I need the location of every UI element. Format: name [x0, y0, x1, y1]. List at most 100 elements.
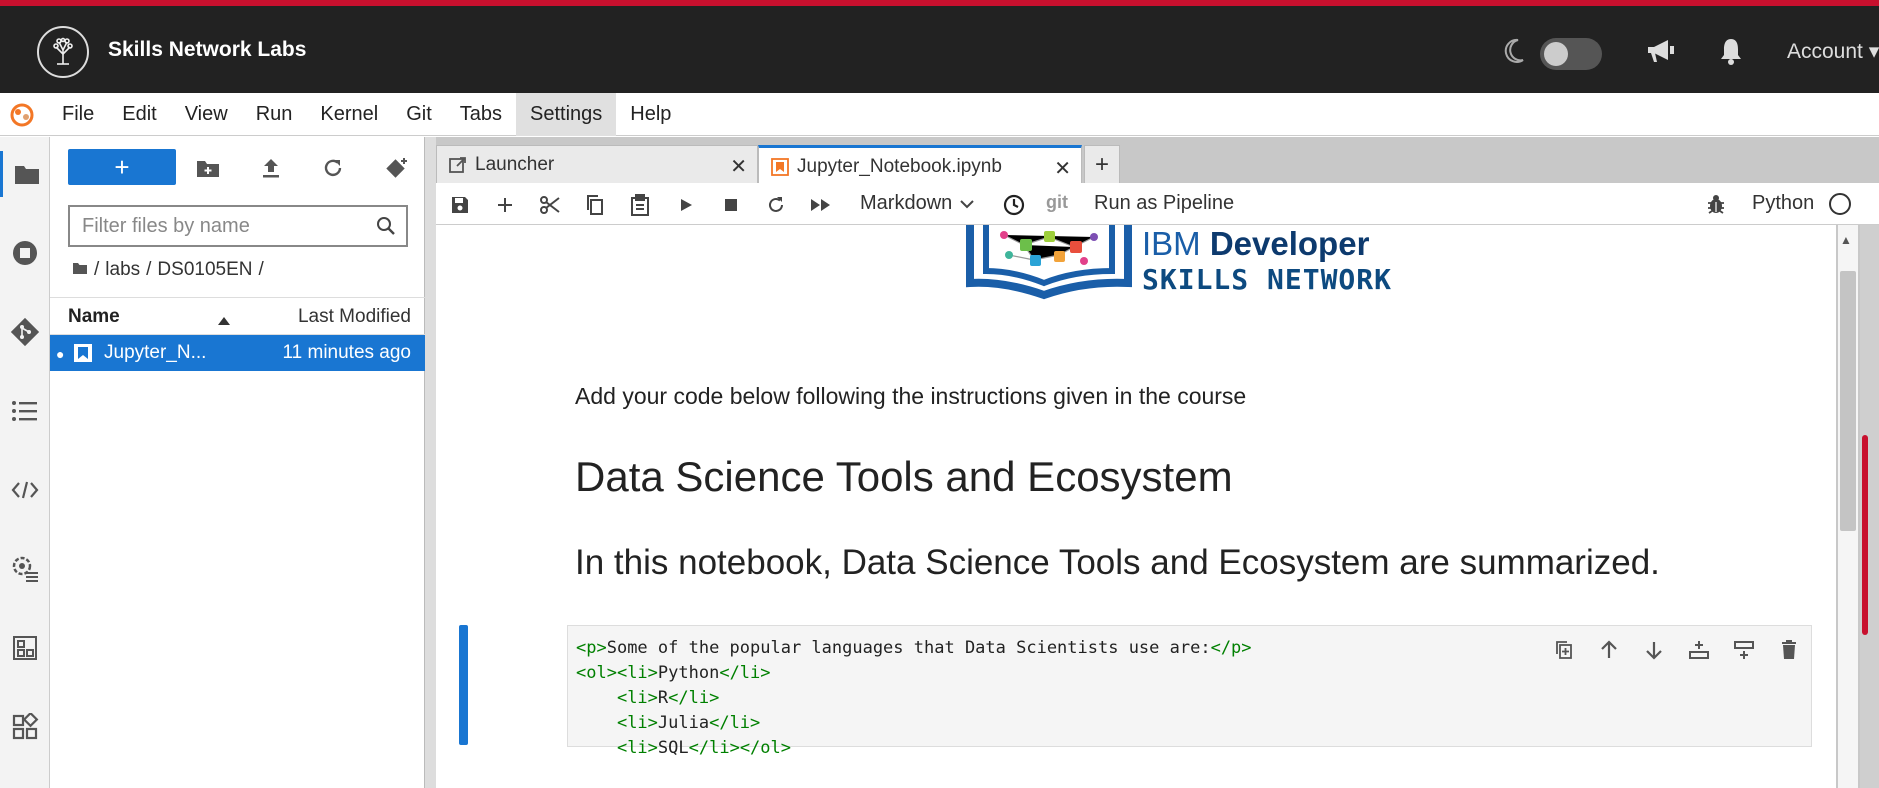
- scrollbar-thumb[interactable]: [1840, 271, 1856, 531]
- duplicate-cell-icon[interactable]: [1541, 636, 1586, 664]
- menu-git[interactable]: Git: [392, 93, 446, 136]
- panel-splitter[interactable]: [425, 137, 436, 788]
- skills-network-logo-icon[interactable]: [37, 26, 89, 78]
- filter-files-input[interactable]: [82, 213, 362, 239]
- notebook-heading-1: Data Science Tools and Ecosystem: [575, 453, 1233, 500]
- git-clone-icon[interactable]: [380, 151, 414, 185]
- document-tab-bar: Launcher ✕ Jupyter_Notebook.ipynb ✕ +: [436, 145, 1879, 183]
- launcher-icon: [449, 156, 467, 180]
- insert-cell-icon[interactable]: [491, 191, 519, 219]
- extensions-icon[interactable]: [0, 704, 50, 750]
- menu-edit[interactable]: Edit: [108, 93, 170, 136]
- file-browser-activity-icon[interactable]: [0, 151, 50, 197]
- menu-file[interactable]: File: [48, 93, 108, 136]
- bell-icon[interactable]: [1719, 37, 1743, 70]
- new-folder-icon[interactable]: [191, 151, 225, 185]
- git-icon[interactable]: [0, 309, 50, 355]
- home-folder-icon[interactable]: [72, 259, 88, 281]
- logo-line-2: SKILLS NETWORK: [1142, 263, 1393, 296]
- running-sessions-icon[interactable]: [0, 230, 50, 276]
- file-list-header: Name Last Modified: [50, 297, 425, 335]
- clock-icon[interactable]: [1000, 191, 1028, 219]
- code-snippets-icon[interactable]: [0, 467, 50, 513]
- chevron-down-icon: [960, 192, 974, 215]
- running-dot-icon: ●: [56, 346, 65, 362]
- kernel-name[interactable]: Python: [1752, 192, 1814, 215]
- main-area: Launcher ✕ Jupyter_Notebook.ipynb ✕ + Ma…: [436, 137, 1879, 788]
- account-menu[interactable]: Account ▾: [1787, 39, 1879, 64]
- restart-run-all-icon[interactable]: [807, 191, 835, 219]
- tab-launcher[interactable]: Launcher ✕: [436, 145, 758, 183]
- cell-type-value: Markdown: [860, 192, 953, 214]
- close-icon[interactable]: ✕: [1054, 156, 1071, 181]
- property-inspector-icon[interactable]: [0, 546, 50, 592]
- menu-tabs[interactable]: Tabs: [446, 93, 516, 136]
- refresh-icon[interactable]: [316, 151, 350, 185]
- insert-cell-below-icon[interactable]: [1721, 636, 1766, 664]
- menu-kernel[interactable]: Kernel: [306, 93, 392, 136]
- move-cell-down-icon[interactable]: [1631, 636, 1676, 664]
- breadcrumb-separator: /: [146, 259, 152, 280]
- logo-developer-text: Developer: [1209, 225, 1370, 262]
- menu-view[interactable]: View: [171, 93, 242, 136]
- breadcrumb-separator: /: [258, 259, 264, 280]
- search-icon: [376, 216, 396, 241]
- save-icon[interactable]: [446, 191, 474, 219]
- kernel-idle-status-icon: [1829, 193, 1851, 215]
- moon-icon: [1503, 38, 1525, 69]
- menu-bar: File Edit View Run Kernel Git Tabs Setti…: [0, 93, 1879, 136]
- markdown-paragraph: Add your code below following the instru…: [575, 383, 1247, 409]
- move-cell-up-icon[interactable]: [1586, 636, 1631, 664]
- scroll-up-arrow-icon[interactable]: ▲: [1840, 233, 1852, 247]
- app-header: Skills Network Labs Account ▾: [0, 6, 1879, 93]
- insert-cell-above-icon[interactable]: [1676, 636, 1721, 664]
- active-markdown-cell-editor[interactable]: <p>Some of the popular languages that Da…: [567, 625, 1812, 758]
- dark-mode-toggle[interactable]: [1540, 38, 1602, 70]
- cell-source-line: <li>R</li>: [616, 688, 720, 708]
- notebook-toolbar: Markdown git Run as Pipeline Python: [436, 183, 1879, 225]
- jupyter-logo-icon: [8, 102, 36, 128]
- cell-source[interactable]: <p>Some of the popular languages that Da…: [576, 636, 1252, 761]
- paste-icon[interactable]: [626, 191, 654, 219]
- active-cell-marker[interactable]: [459, 625, 468, 745]
- menu-run[interactable]: Run: [242, 93, 307, 136]
- filter-files-field[interactable]: [68, 205, 408, 247]
- close-icon[interactable]: ✕: [730, 154, 747, 179]
- stop-icon[interactable]: [717, 191, 745, 219]
- logo-line-1: IBM Developer: [1142, 225, 1369, 263]
- column-last-modified-header[interactable]: Last Modified: [298, 306, 411, 328]
- run-icon[interactable]: [672, 191, 700, 219]
- menu-help[interactable]: Help: [616, 93, 685, 136]
- copy-icon[interactable]: [581, 191, 609, 219]
- run-as-pipeline-button[interactable]: Run as Pipeline: [1094, 192, 1234, 215]
- right-panel-handle[interactable]: [1862, 435, 1868, 635]
- table-of-contents-icon[interactable]: [0, 388, 50, 434]
- restart-icon[interactable]: [762, 191, 790, 219]
- file-name: Jupyter_N...: [104, 342, 207, 363]
- tab-notebook[interactable]: Jupyter_Notebook.ipynb ✕: [758, 145, 1082, 183]
- tab-label: Launcher: [475, 154, 555, 175]
- ibm-skills-network-logo: [964, 225, 1134, 306]
- cell-type-select[interactable]: Markdown: [860, 192, 974, 215]
- account-label: Account: [1787, 40, 1863, 63]
- breadcrumb: / labs / DS0105EN /: [72, 259, 264, 281]
- upload-icon[interactable]: [254, 151, 288, 185]
- delete-cell-icon[interactable]: [1766, 636, 1811, 664]
- logo-ibm-text: IBM: [1142, 225, 1210, 262]
- breadcrumb-ds0105en[interactable]: DS0105EN: [157, 259, 252, 281]
- breadcrumb-labs[interactable]: labs: [105, 259, 140, 281]
- file-row[interactable]: ● Jupyter_N... 11 minutes ago: [50, 335, 425, 371]
- sort-ascending-icon[interactable]: [218, 312, 230, 330]
- megaphone-icon[interactable]: [1646, 38, 1676, 69]
- breadcrumb-separator: /: [94, 259, 100, 280]
- git-diff-label[interactable]: git: [1046, 192, 1068, 213]
- new-launcher-button[interactable]: +: [68, 149, 176, 185]
- pipeline-components-icon[interactable]: [0, 625, 50, 671]
- notebook-content[interactable]: IBM Developer SKILLS NETWORK Add your co…: [436, 225, 1836, 788]
- cut-icon[interactable]: [536, 191, 564, 219]
- bug-icon[interactable]: [1706, 193, 1726, 220]
- menu-settings[interactable]: Settings: [516, 93, 617, 136]
- column-name-header[interactable]: Name: [68, 306, 120, 328]
- new-tab-button[interactable]: +: [1084, 145, 1120, 183]
- file-browser-panel: + / labs / DS0105EN / Name Last Modified: [50, 137, 425, 788]
